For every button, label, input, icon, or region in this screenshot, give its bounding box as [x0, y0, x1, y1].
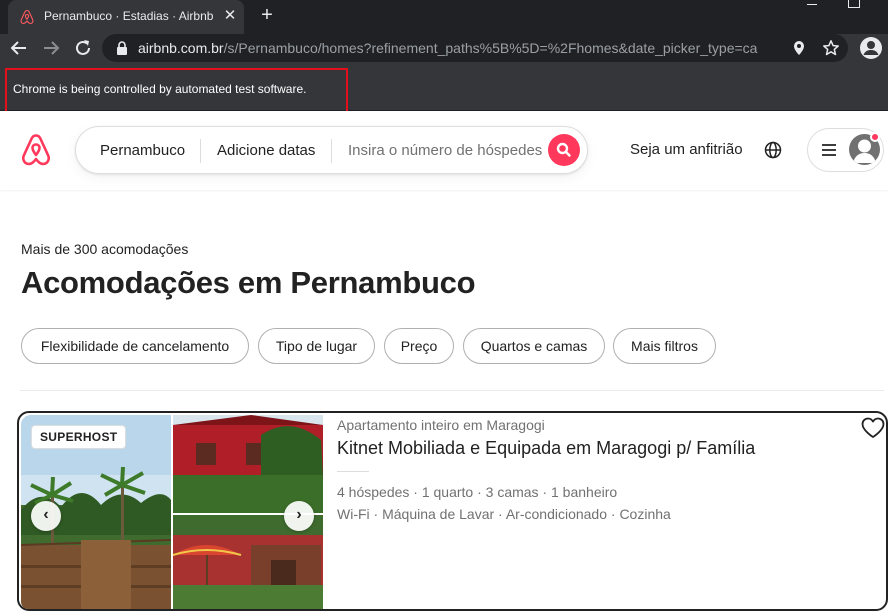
- reload-icon[interactable]: [72, 37, 94, 59]
- listing-photo[interactable]: SUPERHOST ‹ ›: [21, 415, 323, 609]
- profile-icon[interactable]: [859, 36, 883, 60]
- browser-tab[interactable]: Pernambuco · Estadias · Airbnb ✕: [8, 0, 244, 34]
- listing-title[interactable]: Kitnet Mobiliada e Equipada em Maragogi …: [337, 438, 755, 459]
- listing-details: 4 hóspedes · 1 quarto · 3 camas · 1 banh…: [337, 484, 618, 500]
- search-icon: [556, 142, 571, 157]
- window-maximize-button[interactable]: [848, 0, 860, 8]
- browser-toolbar: airbnb.com.br/s/Pernambuco/homes?refinem…: [0, 34, 888, 62]
- infobar-highlight-box: [5, 68, 348, 116]
- filter-cancellation[interactable]: Flexibilidade de cancelamento: [21, 328, 249, 364]
- globe-icon[interactable]: [763, 140, 783, 160]
- airbnb-logo-icon[interactable]: [20, 133, 52, 167]
- listing-card[interactable]: SUPERHOST ‹ › Apartamento inteiro em Mar…: [17, 411, 888, 611]
- search-dates[interactable]: Adicione datas: [217, 142, 315, 159]
- filter-place-type[interactable]: Tipo de lugar: [258, 328, 375, 364]
- address-bar[interactable]: airbnb.com.br/s/Pernambuco/homes?refinem…: [102, 34, 848, 62]
- site-header: Pernambuco Adicione datas Insira o númer…: [0, 111, 888, 190]
- results-count: Mais de 300 acomodações: [21, 241, 189, 257]
- tab-title: Pernambuco · Estadias · Airbnb: [44, 9, 214, 23]
- url-path: /s/Pernambuco/homes?refinement_paths%5B%…: [223, 40, 758, 56]
- search-button[interactable]: [548, 134, 580, 166]
- search-location[interactable]: Pernambuco: [100, 142, 185, 159]
- notification-dot: [870, 132, 880, 142]
- filter-rooms-beds[interactable]: Quartos e camas: [463, 328, 605, 364]
- next-photo-button[interactable]: ›: [284, 501, 314, 531]
- back-arrow-icon[interactable]: [8, 37, 30, 59]
- filter-price[interactable]: Preço: [384, 328, 454, 364]
- listing-separator: [337, 471, 369, 472]
- forward-arrow-icon[interactable]: [40, 37, 62, 59]
- heart-icon[interactable]: [860, 416, 886, 440]
- section-divider: [20, 390, 884, 391]
- new-tab-button[interactable]: +: [256, 4, 278, 26]
- search-divider: [331, 139, 332, 163]
- page-title: Acomodações em Pernambuco: [21, 265, 476, 300]
- user-menu-button[interactable]: [807, 128, 884, 172]
- search-bar[interactable]: Pernambuco Adicione datas Insira o númer…: [75, 126, 588, 174]
- listing-amenities: Wi-Fi · Máquina de Lavar · Ar-condiciona…: [337, 506, 671, 522]
- superhost-badge: SUPERHOST: [31, 425, 127, 449]
- location-icon[interactable]: [790, 39, 808, 57]
- url-text[interactable]: airbnb.com.br/s/Pernambuco/homes?refinem…: [138, 40, 758, 56]
- search-guests-input[interactable]: Insira o número de hóspedes: [348, 142, 542, 159]
- url-host: airbnb.com.br: [138, 40, 224, 56]
- window-minimize-button[interactable]: [803, 0, 823, 14]
- star-icon[interactable]: [822, 39, 840, 57]
- tab-close-icon[interactable]: ✕: [222, 8, 238, 24]
- browser-tab-strip: Pernambuco · Estadias · Airbnb ✕ +: [0, 0, 888, 34]
- search-divider: [200, 139, 201, 163]
- listing-type: Apartamento inteiro em Maragogi: [337, 417, 545, 433]
- hamburger-menu-icon: [822, 144, 836, 156]
- prev-photo-button[interactable]: ‹: [31, 501, 61, 531]
- airbnb-favicon-icon: [20, 9, 34, 25]
- become-host-link[interactable]: Seja um anfitrião: [630, 141, 743, 158]
- lock-icon[interactable]: [116, 41, 128, 55]
- filter-more[interactable]: Mais filtros: [613, 328, 716, 364]
